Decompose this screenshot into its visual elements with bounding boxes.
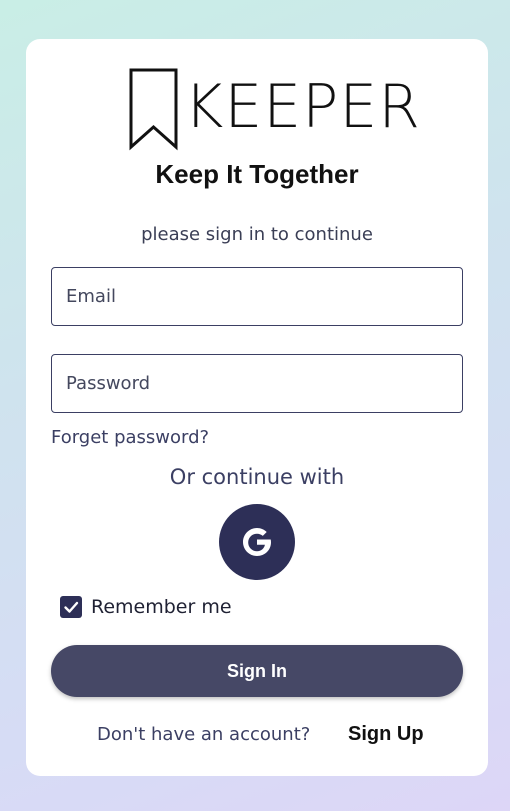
forgot-password-link[interactable]: Forget password?	[51, 427, 209, 448]
remember-checkbox[interactable]	[60, 596, 82, 618]
tagline: Keep It Together	[155, 159, 359, 189]
or-continue-text: Or continue with	[169, 465, 345, 489]
password-field[interactable]	[66, 373, 462, 394]
bookmark-icon	[129, 68, 178, 151]
password-field-container	[51, 354, 463, 413]
google-icon	[243, 528, 271, 556]
logo: KEEPER	[128, 67, 421, 151]
check-icon	[64, 601, 79, 613]
email-field[interactable]	[66, 286, 462, 307]
google-signin-button[interactable]	[219, 504, 295, 580]
remember-me[interactable]: Remember me	[60, 596, 232, 618]
remember-label: Remember me	[91, 596, 232, 618]
no-account-text: Don't have an account?	[97, 724, 311, 745]
subtitle: please sign in to continue	[141, 224, 373, 245]
sign-up-link[interactable]: Sign Up	[348, 723, 424, 746]
sign-in-button[interactable]: Sign In	[51, 645, 463, 697]
login-card: KEEPER Keep It Together please sign in t…	[26, 39, 488, 776]
email-field-container	[51, 267, 463, 326]
brand-name: KEEPER	[184, 72, 421, 142]
